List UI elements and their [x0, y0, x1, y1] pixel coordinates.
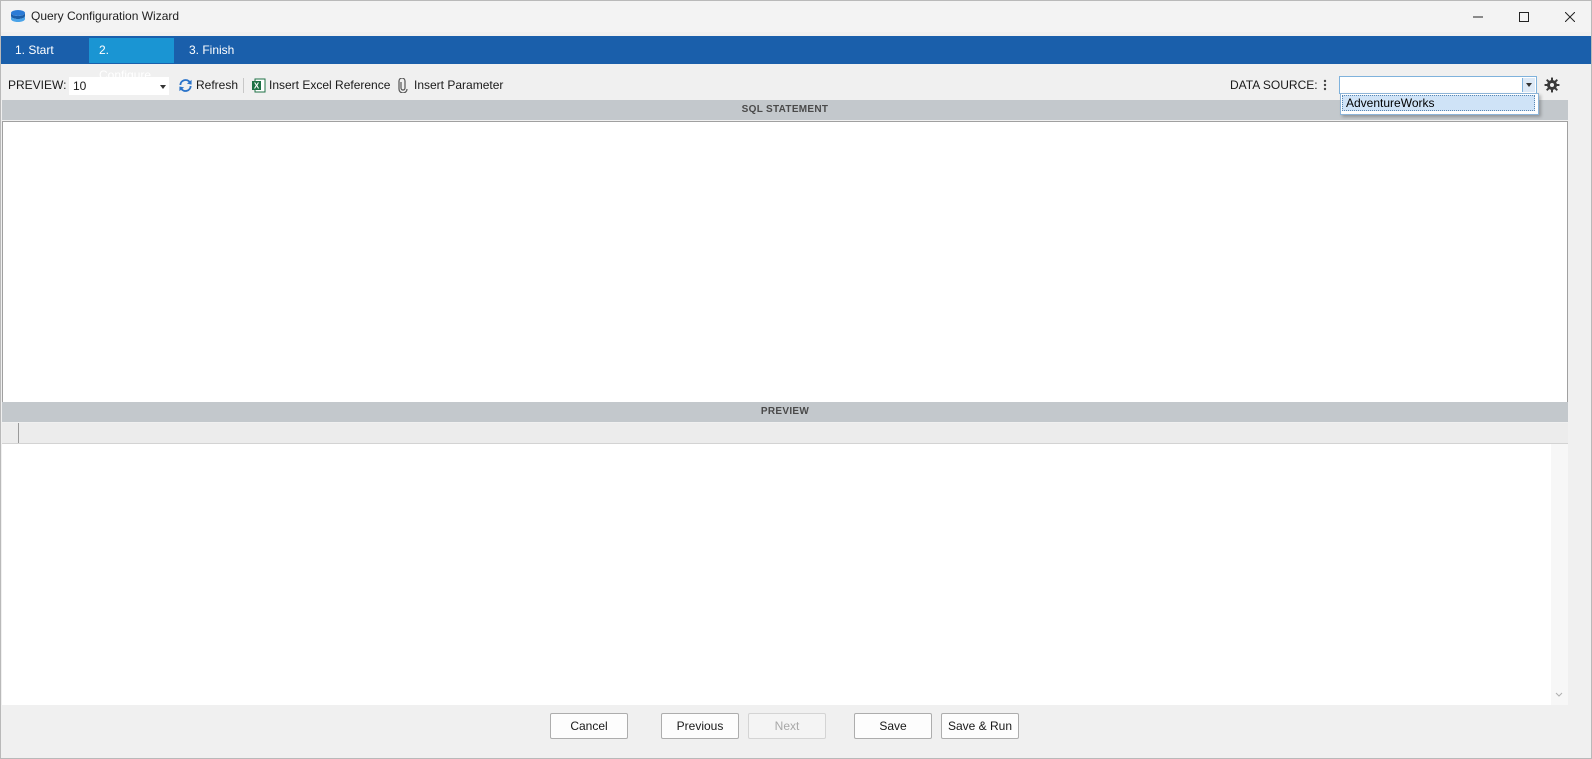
previous-button[interactable]: Previous	[661, 713, 739, 739]
insert-parameter-label: Insert Parameter	[414, 78, 504, 92]
preview-label: PREVIEW:	[8, 78, 67, 92]
database-icon	[10, 9, 26, 23]
kebab-icon[interactable]	[1321, 77, 1329, 93]
datasource-dropdown-list: AdventureWorks	[1340, 93, 1539, 115]
grid-column-divider[interactable]	[18, 423, 19, 443]
gear-icon[interactable]	[1544, 77, 1560, 93]
datasource-dropdown-button[interactable]	[1522, 78, 1535, 92]
window-title: Query Configuration Wizard	[31, 9, 180, 23]
close-button[interactable]	[1547, 1, 1592, 32]
insert-excel-reference-label: Insert Excel Reference	[269, 78, 391, 92]
maximize-button[interactable]	[1501, 1, 1547, 32]
refresh-button[interactable]: Refresh	[178, 75, 238, 95]
datasource-label: DATA SOURCE:	[1230, 78, 1318, 92]
step-start[interactable]: 1. Start	[5, 38, 84, 63]
chevron-down-icon[interactable]	[1555, 692, 1563, 698]
step-finish[interactable]: 3. Finish	[179, 38, 259, 63]
preview-header: PREVIEW	[2, 402, 1568, 422]
minimize-button[interactable]	[1455, 1, 1501, 32]
preview-grid[interactable]	[2, 444, 1551, 705]
wizard-step-bar: 1. Start 2. Configure 3. Finish	[1, 36, 1591, 82]
refresh-label: Refresh	[196, 78, 239, 92]
sql-statement-editor[interactable]	[2, 121, 1568, 404]
save-and-run-button[interactable]: Save & Run	[941, 713, 1019, 739]
wizard-window: Query Configuration Wizard 1. Start 2. C…	[0, 0, 1592, 759]
close-icon	[1565, 11, 1575, 22]
preview-rows-select[interactable]: 10	[69, 77, 169, 95]
title-bar: Query Configuration Wizard	[1, 1, 1591, 32]
refresh-icon	[179, 78, 192, 92]
maximize-icon	[1519, 11, 1529, 22]
save-button[interactable]: Save	[854, 713, 932, 739]
datasource-option-adventureworks[interactable]: AdventureWorks	[1342, 95, 1535, 111]
minimize-icon	[1473, 16, 1483, 17]
insert-excel-reference-button[interactable]: X Insert Excel Reference	[252, 75, 390, 95]
chevron-down-icon	[160, 85, 166, 89]
sql-statement-header: SQL STATEMENT	[2, 100, 1568, 120]
toolbar-divider	[243, 78, 244, 93]
paperclip-icon	[398, 77, 408, 93]
preview-rows-value: 10	[73, 79, 87, 93]
datasource-combobox[interactable]	[1339, 76, 1537, 94]
insert-parameter-button[interactable]: Insert Parameter	[398, 75, 503, 95]
preview-grid-header	[2, 423, 1568, 444]
chevron-down-icon	[1526, 83, 1532, 87]
excel-icon: X	[252, 78, 266, 92]
preview-vertical-scrollbar[interactable]	[1551, 444, 1568, 705]
step-configure[interactable]: 2. Configure	[89, 38, 174, 82]
cancel-button[interactable]: Cancel	[550, 713, 628, 739]
next-button[interactable]: Next	[748, 713, 826, 739]
svg-text:X: X	[254, 81, 260, 90]
